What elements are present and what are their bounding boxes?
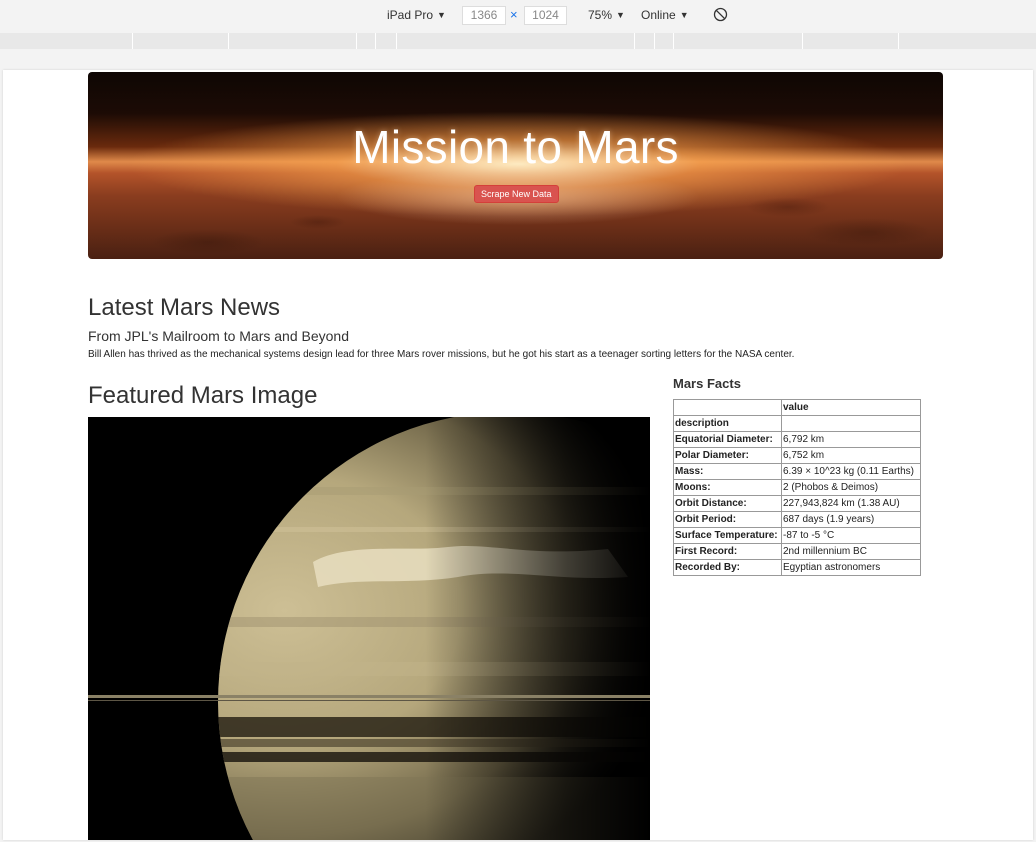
ruler-segment[interactable] (357, 33, 376, 49)
device-select-label: iPad Pro (387, 8, 434, 22)
facts-heading: Mars Facts (673, 376, 741, 391)
device-toolbar: iPad Pro ▼ 1366 × 1024 75% ▼ Online ▼ (0, 0, 1036, 31)
dimension-separator: × (510, 7, 518, 22)
network-throttle-select[interactable]: Online ▼ (641, 8, 689, 22)
scrape-new-data-button[interactable]: Scrape New Data (474, 185, 559, 203)
fact-value: 6,752 km (781, 447, 921, 464)
table-row: Orbit Distance: 227,943,824 km (1.38 AU) (673, 495, 921, 512)
fact-value: -87 to -5 °C (781, 527, 921, 544)
fact-label: Recorded By: (673, 559, 782, 576)
page-title: Mission to Mars (352, 121, 679, 173)
featured-image (88, 417, 650, 840)
ruler-segment[interactable] (655, 33, 674, 49)
fact-label: First Record: (673, 543, 782, 560)
fact-value: 6,792 km (781, 431, 921, 448)
fact-value: 687 days (1.9 years) (781, 511, 921, 528)
saturn-image (88, 417, 650, 840)
fact-label: Equatorial Diameter: (673, 431, 782, 448)
rotate-disabled-icon[interactable] (713, 7, 728, 22)
caret-down-icon: ▼ (679, 10, 689, 20)
fact-label: Orbit Period: (673, 511, 782, 528)
table-row: Equatorial Diameter: 6,792 km (673, 431, 921, 448)
fact-label: Polar Diameter: (673, 447, 782, 464)
ruler-segment[interactable] (635, 33, 655, 49)
table-header-cell: value (781, 399, 921, 416)
fact-label: Surface Temperature: (673, 527, 782, 544)
ruler-segment[interactable] (674, 33, 803, 49)
fact-value: 6.39 × 10^23 kg (0.11 Earths) (781, 463, 921, 480)
mars-facts-table: value description Equatorial Diameter: 6,… (673, 399, 921, 576)
zoom-select[interactable]: 75% ▼ (588, 8, 625, 22)
news-heading: Latest Mars News (88, 294, 281, 321)
table-row: Recorded By: Egyptian astronomers (673, 559, 921, 576)
fact-label: Moons: (673, 479, 782, 496)
device-select[interactable]: iPad Pro ▼ (387, 8, 446, 22)
table-row: Mass: 6.39 × 10^23 kg (0.11 Earths) (673, 463, 921, 480)
ruler-segment[interactable] (133, 33, 229, 49)
news-title: From JPL's Mailroom to Mars and Beyond (88, 328, 349, 344)
fact-label: Orbit Distance: (673, 495, 782, 512)
zoom-select-label: 75% (588, 8, 613, 22)
viewport-width-input[interactable]: 1366 (462, 6, 506, 25)
fact-value: 227,943,824 km (1.38 AU) (781, 495, 921, 512)
fact-value: 2nd millennium BC (781, 543, 921, 560)
table-header-row: value (673, 399, 921, 416)
ruler-segment[interactable] (899, 33, 1036, 49)
ruler-segment[interactable] (803, 33, 899, 49)
featured-image-heading: Featured Mars Image (88, 382, 318, 409)
hero-jumbotron: Mission to Mars Scrape New Data (88, 72, 943, 259)
caret-down-icon: ▼ (437, 10, 446, 20)
fact-label: Mass: (673, 463, 782, 480)
table-header-row: description (673, 415, 921, 432)
table-header-cell (781, 415, 921, 432)
media-query-ruler[interactable] (0, 33, 1036, 49)
table-header-cell: description (673, 415, 782, 432)
table-row: Surface Temperature: -87 to -5 °C (673, 527, 921, 544)
fact-value: Egyptian astronomers (781, 559, 921, 576)
fact-value: 2 (Phobos & Deimos) (781, 479, 921, 496)
page-viewport: Mission to Mars Scrape New Data Latest M… (3, 70, 1033, 840)
table-row: Moons: 2 (Phobos & Deimos) (673, 479, 921, 496)
ruler-segment[interactable] (376, 33, 397, 49)
table-row: Polar Diameter: 6,752 km (673, 447, 921, 464)
viewport-height-input[interactable]: 1024 (524, 6, 567, 25)
network-select-label: Online (641, 8, 676, 22)
table-row: First Record: 2nd millennium BC (673, 543, 921, 560)
ruler-segment[interactable] (0, 33, 133, 49)
caret-down-icon: ▼ (616, 10, 625, 20)
table-header-cell (673, 399, 782, 416)
news-paragraph: Bill Allen has thrived as the mechanical… (88, 349, 795, 360)
ruler-segment[interactable] (397, 33, 635, 49)
ruler-segment[interactable] (229, 33, 357, 49)
table-row: Orbit Period: 687 days (1.9 years) (673, 511, 921, 528)
